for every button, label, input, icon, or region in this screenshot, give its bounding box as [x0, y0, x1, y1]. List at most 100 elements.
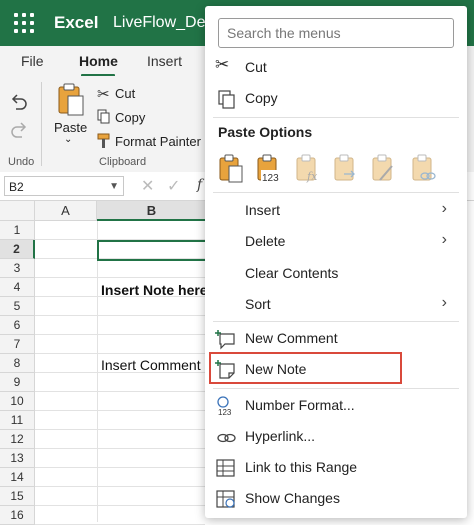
menu-item-sort-label: Sort: [245, 296, 271, 312]
row-header-4[interactable]: 4: [0, 278, 35, 297]
menu-item-copy-label: Copy: [245, 90, 278, 106]
row-gridline: [35, 429, 205, 430]
link-icon: [217, 433, 236, 443]
ribbon-divider: [41, 82, 42, 166]
menu-item-show-changes[interactable]: Show Changes: [205, 483, 467, 514]
cell-b4[interactable]: Insert Note here: [101, 282, 208, 298]
menu-item-link-to-range[interactable]: Link to this Range: [205, 452, 467, 483]
column-header-a[interactable]: A: [35, 201, 97, 221]
row-header-3[interactable]: 3: [0, 259, 35, 278]
new-note-highlight: [209, 352, 402, 384]
paste-label[interactable]: Paste: [54, 120, 87, 135]
chevron-right-icon: ›: [441, 231, 447, 248]
table-link-icon: [216, 459, 235, 477]
menu-separator: [213, 388, 459, 389]
menu-item-cut[interactable]: ✂ Cut: [205, 52, 467, 83]
function-icon[interactable]: f: [197, 177, 202, 193]
paste-link-icon[interactable]: [410, 154, 438, 184]
app-name[interactable]: Excel: [54, 13, 98, 33]
chevron-down-icon[interactable]: ▼: [109, 177, 119, 197]
svg-text:123: 123: [218, 408, 232, 417]
cancel-icon[interactable]: ✕: [141, 176, 154, 196]
row-header-12[interactable]: 12: [0, 430, 35, 449]
row-gridline: [35, 486, 205, 487]
tab-home[interactable]: Home: [79, 53, 118, 69]
format-painter-label[interactable]: Format Painter: [115, 134, 201, 149]
row-header-6[interactable]: 6: [0, 316, 35, 335]
row-gridline: [35, 353, 205, 354]
menu-item-new-comment[interactable]: New Comment: [205, 323, 467, 354]
check-icon[interactable]: ✓: [167, 176, 180, 196]
number-format-icon: 123: [217, 396, 232, 417]
menu-item-copy[interactable]: Copy: [205, 83, 467, 114]
menu-item-clear-contents-label: Clear Contents: [245, 265, 339, 281]
paste-formatting-icon[interactable]: [370, 154, 398, 184]
row-header-9[interactable]: 9: [0, 373, 35, 392]
row-header-16[interactable]: 16: [0, 506, 35, 525]
cut-label[interactable]: Cut: [115, 86, 135, 101]
menu-item-sort[interactable]: Sort ›: [205, 289, 467, 320]
active-cell-b2[interactable]: [97, 240, 207, 261]
format-painter-icon[interactable]: [97, 133, 111, 149]
name-box[interactable]: B2 ▼: [4, 176, 124, 196]
paste-transpose-icon[interactable]: [332, 154, 360, 184]
paste-values-icon[interactable]: 123: [255, 154, 283, 184]
row-header-10[interactable]: 10: [0, 392, 35, 411]
menu-item-clear-contents[interactable]: Clear Contents: [205, 258, 467, 289]
row-gridline: [35, 391, 205, 392]
paste-icon[interactable]: [56, 82, 86, 118]
menu-search-input[interactable]: Search the menus: [218, 18, 454, 48]
cut-icon[interactable]: ✂: [97, 85, 110, 103]
row-gridline: [35, 334, 205, 335]
paste-formulas-icon[interactable]: fx: [294, 154, 322, 184]
row-gridline: [35, 277, 205, 278]
row-gridline: [35, 448, 205, 449]
menu-separator: [213, 192, 459, 193]
svg-text:fx: fx: [306, 170, 318, 183]
app-launcher-icon[interactable]: [14, 13, 34, 33]
row-gridline: [35, 315, 205, 316]
svg-text:123: 123: [262, 173, 279, 184]
menu-item-insert[interactable]: Insert ›: [205, 195, 467, 226]
row-header-8[interactable]: 8: [0, 354, 35, 373]
new-comment-icon: [215, 330, 235, 350]
redo-icon[interactable]: [9, 120, 29, 140]
row-header-7[interactable]: 7: [0, 335, 35, 354]
chevron-right-icon: ›: [441, 294, 447, 311]
undo-icon[interactable]: [9, 92, 29, 112]
menu-item-cut-label: Cut: [245, 59, 267, 75]
menu-item-number-format[interactable]: 123 Number Format...: [205, 390, 467, 421]
chevron-right-icon: ›: [441, 200, 447, 217]
row-header-2[interactable]: 2: [0, 240, 35, 259]
row-gridline: [35, 505, 205, 506]
show-changes-icon: [216, 490, 235, 508]
tab-insert[interactable]: Insert: [147, 53, 182, 69]
row-header-14[interactable]: 14: [0, 468, 35, 487]
row-header-5[interactable]: 5: [0, 297, 35, 316]
undo-group-label: Undo: [8, 156, 35, 168]
tab-file[interactable]: File: [21, 53, 44, 69]
name-box-value: B2: [9, 180, 24, 194]
menu-separator: [213, 321, 459, 322]
column-header-b[interactable]: B: [97, 201, 207, 221]
menu-item-number-format-label: Number Format...: [245, 397, 355, 413]
row-header-1[interactable]: 1: [0, 221, 35, 240]
row-header-15[interactable]: 15: [0, 487, 35, 506]
menu-item-delete[interactable]: Delete ›: [205, 226, 467, 257]
row-header-13[interactable]: 13: [0, 449, 35, 468]
menu-item-insert-label: Insert: [245, 202, 281, 218]
row-gridline: [35, 467, 205, 468]
row-header-11[interactable]: 11: [0, 411, 35, 430]
paste-options-title: Paste Options: [218, 124, 313, 140]
cut-icon: ✂: [215, 55, 230, 74]
column-divider: [97, 221, 98, 522]
copy-icon[interactable]: [97, 109, 111, 125]
select-all-corner[interactable]: [0, 201, 35, 221]
menu-item-delete-label: Delete: [245, 233, 286, 249]
paste-icon[interactable]: [217, 154, 245, 184]
copy-label[interactable]: Copy: [115, 110, 145, 125]
menu-separator: [213, 117, 459, 118]
paste-dropdown-icon[interactable]: ⌄: [64, 134, 72, 145]
cell-b8[interactable]: Insert Comment: [101, 357, 201, 373]
menu-item-hyperlink[interactable]: Hyperlink...: [205, 421, 467, 452]
